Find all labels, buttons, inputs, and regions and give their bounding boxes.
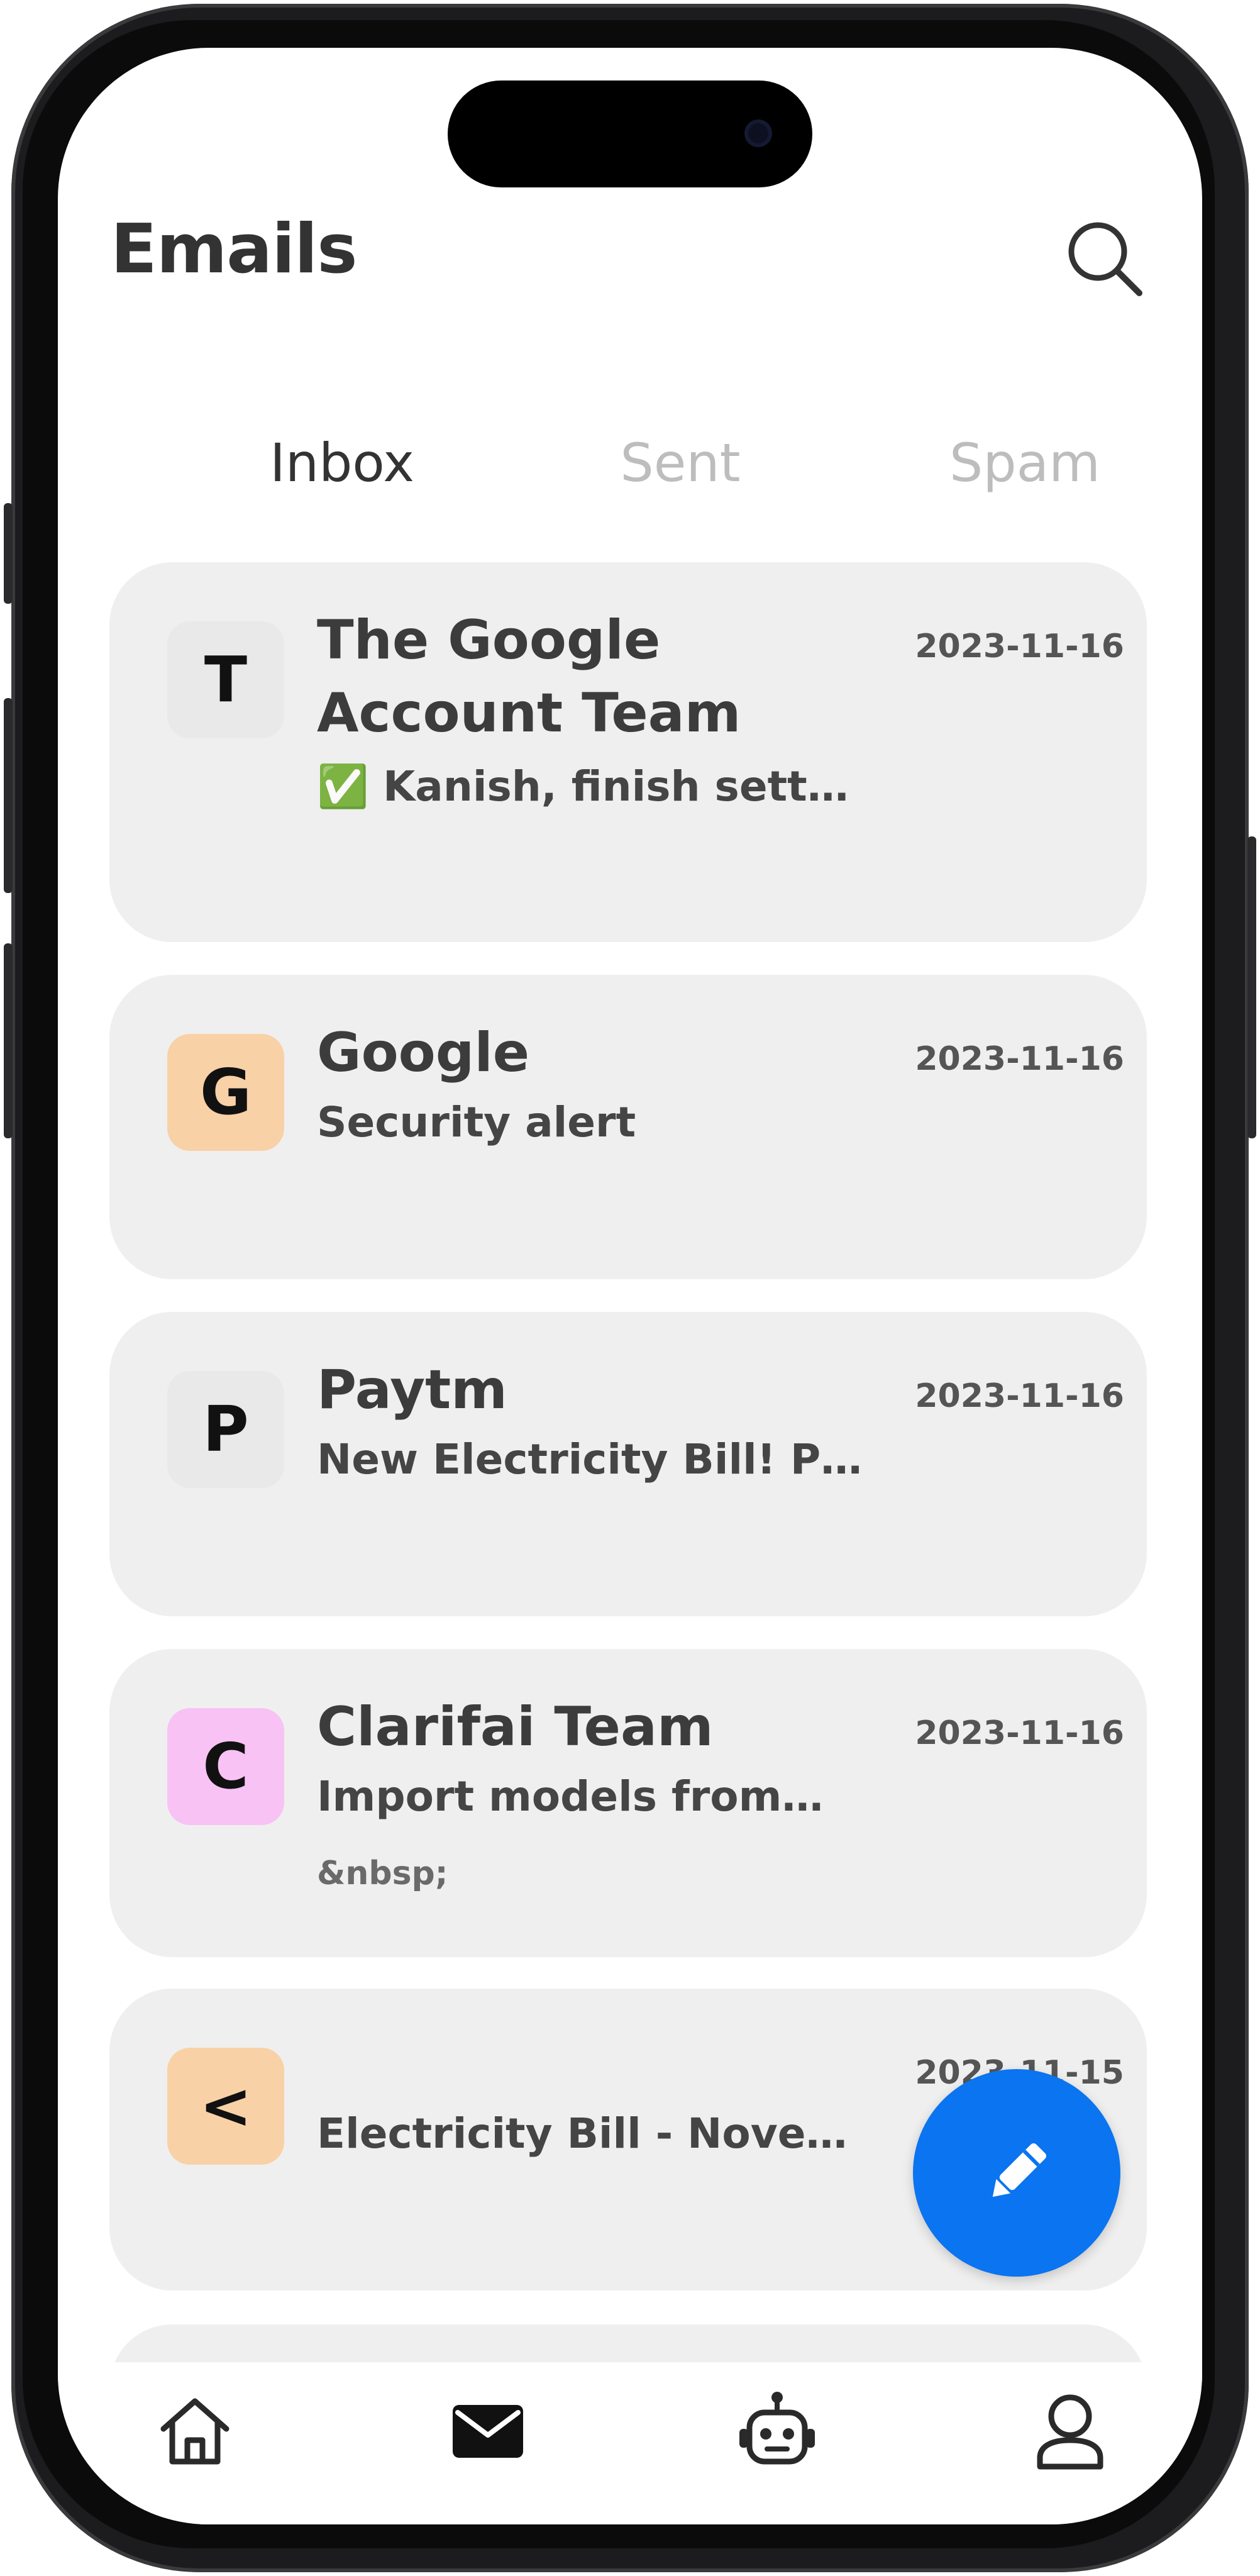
volume-up-button: [4, 698, 13, 893]
email-subject: Security alert: [317, 1098, 636, 1146]
nav-profile[interactable]: [1026, 2387, 1114, 2475]
email-date: 2023-11-16: [915, 1714, 1124, 1752]
tab-sent[interactable]: Sent: [567, 425, 793, 501]
email-date: 2023-11-16: [915, 628, 1124, 665]
bottom-navigation: [58, 2362, 1202, 2524]
sender-avatar: G: [167, 1034, 284, 1151]
sender-name: The Google Account Team: [317, 609, 741, 745]
search-icon: [1068, 222, 1142, 296]
page-title: Emails: [111, 210, 358, 289]
sender-avatar: <: [167, 2048, 284, 2165]
sender-avatar: C: [167, 1708, 284, 1825]
email-subject: New Electricity Bill! P…: [317, 1435, 863, 1484]
front-camera: [744, 119, 772, 147]
mail-icon: [453, 2405, 523, 2458]
mail-folder-tabs: Inbox Sent Spam: [58, 425, 1202, 501]
email-item[interactable]: G Google 2023-11-16 Security alert: [109, 975, 1147, 1279]
email-date: 2023-11-16: [915, 1040, 1124, 1078]
email-item[interactable]: T The Google Account Team 2023-11-16 ✅ K…: [109, 562, 1147, 942]
sender-avatar: T: [167, 621, 284, 738]
sender-name: Clarifai Team: [317, 1696, 714, 1758]
app-screen: Emails Inbox Sent Spam T The Google Acco…: [58, 48, 1202, 2524]
nav-assistant[interactable]: [733, 2387, 821, 2475]
email-item[interactable]: P Paytm 2023-11-16 New Electricity Bill!…: [109, 1312, 1147, 1616]
mute-switch: [4, 503, 13, 604]
email-item[interactable]: C Clarifai Team 2023-11-16 Import models…: [109, 1649, 1147, 1957]
dynamic-island: [448, 80, 812, 187]
email-subject: ✅ Kanish, finish sett…: [317, 762, 849, 811]
sender-name: Paytm: [317, 1358, 507, 1421]
sender-name: Google: [317, 1021, 530, 1084]
sender-avatar: P: [167, 1371, 284, 1488]
home-icon: [160, 2398, 229, 2465]
nav-home[interactable]: [151, 2387, 239, 2475]
power-button: [1247, 836, 1256, 1138]
compose-button[interactable]: [913, 2069, 1120, 2277]
nav-mail[interactable]: [444, 2387, 532, 2475]
volume-down-button: [4, 943, 13, 1138]
email-subject: Import models from…: [317, 1772, 824, 1821]
pencil-icon: [992, 2143, 1047, 2197]
email-snippet: &nbsp;: [317, 1855, 448, 1892]
tab-inbox[interactable]: Inbox: [229, 425, 455, 501]
profile-icon: [1037, 2394, 1103, 2470]
tab-spam[interactable]: Spam: [912, 425, 1138, 501]
email-subject: Electricity Bill - Nove…: [317, 2109, 848, 2158]
email-item[interactable]: [109, 2324, 1147, 2362]
email-date: 2023-11-16: [915, 1377, 1124, 1415]
search-button[interactable]: [1064, 218, 1146, 299]
robot-icon: [739, 2392, 815, 2465]
